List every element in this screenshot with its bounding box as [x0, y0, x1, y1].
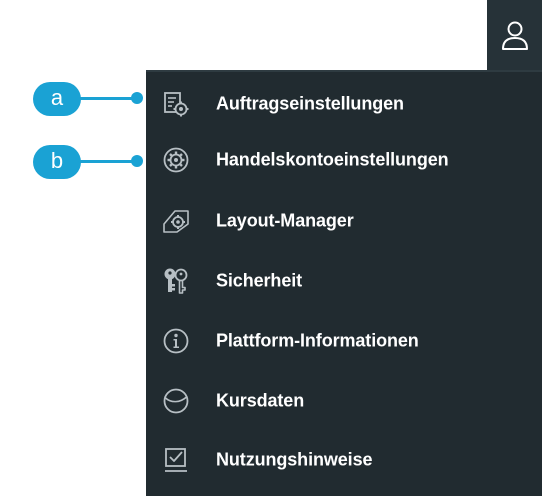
order-settings-icon [162, 90, 190, 118]
menu-item-label: Plattform-Informationen [216, 330, 419, 351]
settings-menu: Auftragseinstellungen Handelskontoeinste… [146, 70, 542, 496]
layout-manager-icon [162, 207, 190, 235]
menu-item-label: Handelskontoeinstellungen [216, 149, 449, 170]
globe-icon [162, 387, 190, 415]
menu-item-account-settings[interactable]: Handelskontoeinstellungen [146, 134, 542, 186]
info-icon [162, 327, 190, 355]
menu-item-order-settings[interactable]: Auftragseinstellungen [146, 78, 542, 130]
user-icon [500, 18, 530, 52]
menu-item-label: Kursdaten [216, 390, 305, 411]
user-account-button[interactable] [487, 0, 542, 70]
keys-icon [162, 267, 190, 295]
callout-dot-a [131, 92, 143, 104]
menu-item-usage-notes[interactable]: Nutzungshinweise [146, 434, 542, 486]
callout-connector-a [79, 97, 137, 100]
callout-dot-b [131, 155, 143, 167]
screen: Auftragseinstellungen Handelskontoeinste… [0, 0, 542, 496]
menu-item-security[interactable]: Sicherheit [146, 255, 542, 307]
callout-badge-a: a [33, 82, 81, 116]
gear-icon [162, 146, 190, 174]
menu-item-price-data[interactable]: Kursdaten [146, 375, 542, 427]
menu-item-label: Auftragseinstellungen [216, 93, 404, 114]
menu-item-platform-info[interactable]: Plattform-Informationen [146, 315, 542, 367]
checkbox-icon [162, 446, 190, 474]
callout-connector-b [79, 160, 137, 163]
menu-item-label: Sicherheit [216, 270, 303, 291]
callout-badge-b: b [33, 145, 81, 179]
menu-item-label: Nutzungshinweise [216, 449, 373, 470]
menu-item-label: Layout-Manager [216, 210, 354, 231]
menu-item-layout-manager[interactable]: Layout-Manager [146, 195, 542, 247]
